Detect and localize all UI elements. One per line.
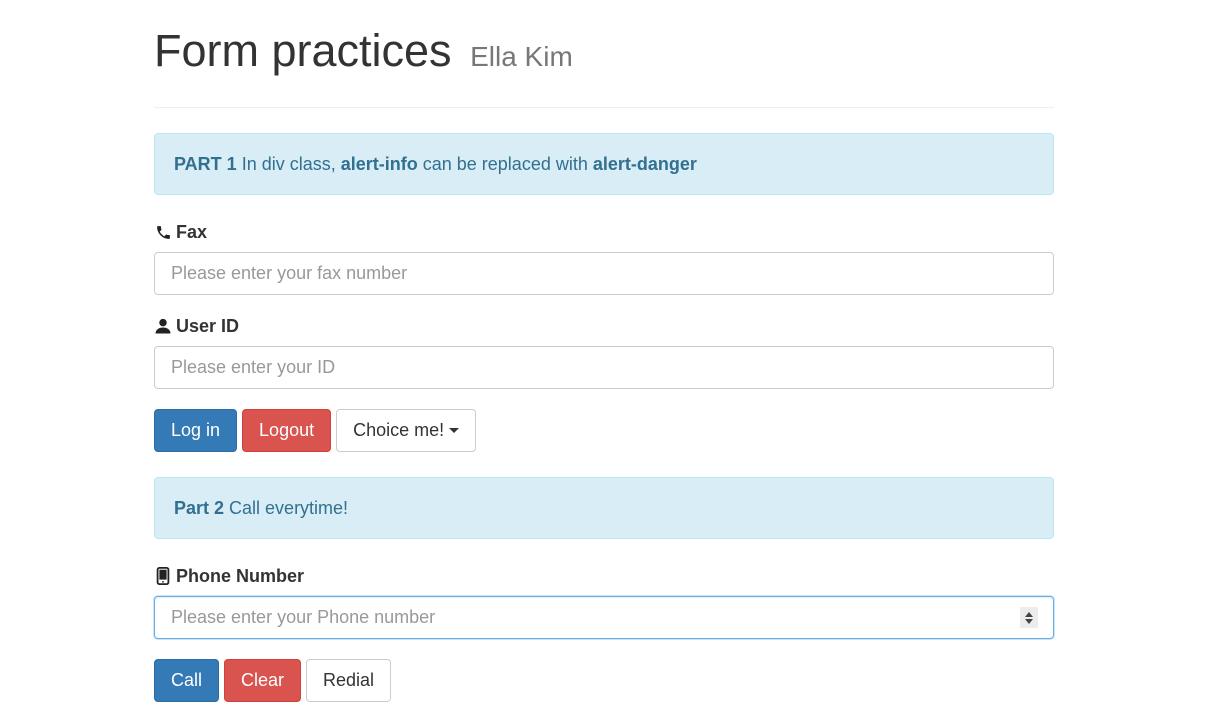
alert-part-2-text: Call everytime! — [224, 497, 349, 518]
page-header: Form practices Ella Kim — [154, 0, 1054, 108]
login-button[interactable]: Log in — [154, 409, 238, 452]
phone-number-label-text: Phone Number — [176, 565, 305, 586]
user-icon — [154, 317, 172, 335]
mobile-phone-icon — [154, 567, 172, 585]
choice-dropdown-button[interactable]: Choice me! — [336, 409, 477, 452]
spinner-up-icon[interactable] — [1025, 611, 1033, 617]
alert-part-1: PART 1 In div class, alert-info can be r… — [154, 133, 1054, 195]
alert-part-1-text-1: In div class, — [236, 153, 341, 174]
alert-part-1-bold-1: alert-info — [340, 153, 418, 174]
user-id-input[interactable] — [154, 346, 1054, 389]
clear-button[interactable]: Clear — [224, 659, 302, 702]
phone-icon — [154, 223, 172, 241]
alert-part-1-bold-2: alert-danger — [592, 153, 697, 174]
alert-part-1-text-2: can be replaced with — [417, 153, 593, 174]
choice-dropdown-label: Choice me! — [353, 420, 445, 440]
page-subtitle: Ella Kim — [470, 41, 573, 72]
fax-label-text: Fax — [176, 221, 208, 242]
main-container: Form practices Ella Kim PART 1 In div cl… — [154, 0, 1054, 702]
user-id-label-text: User ID — [176, 315, 240, 336]
user-id-label: User ID — [154, 316, 1054, 336]
login-button-group: Log in Logout Choice me! — [154, 409, 1054, 452]
caret-down-icon — [449, 428, 460, 433]
page-title-text: Form practices — [154, 25, 452, 76]
fax-input[interactable] — [154, 252, 1054, 295]
phone-number-label: Phone Number — [154, 566, 1054, 586]
call-button[interactable]: Call — [154, 659, 220, 702]
alert-part-2: Part 2 Call everytime! — [154, 477, 1054, 539]
spinner-down-icon[interactable] — [1025, 618, 1033, 624]
call-button-group: Call Clear Redial — [154, 659, 1054, 702]
phone-number-field — [154, 596, 1054, 639]
redial-button[interactable]: Redial — [306, 659, 392, 702]
page-title: Form practices Ella Kim — [154, 26, 1054, 82]
phone-number-input[interactable] — [154, 596, 1054, 639]
number-spinner[interactable] — [1020, 607, 1038, 628]
alert-part-2-strong: Part 2 — [174, 497, 225, 518]
fax-label: Fax — [154, 222, 1054, 242]
alert-part-1-strong: PART 1 — [174, 153, 237, 174]
logout-button[interactable]: Logout — [242, 409, 332, 452]
